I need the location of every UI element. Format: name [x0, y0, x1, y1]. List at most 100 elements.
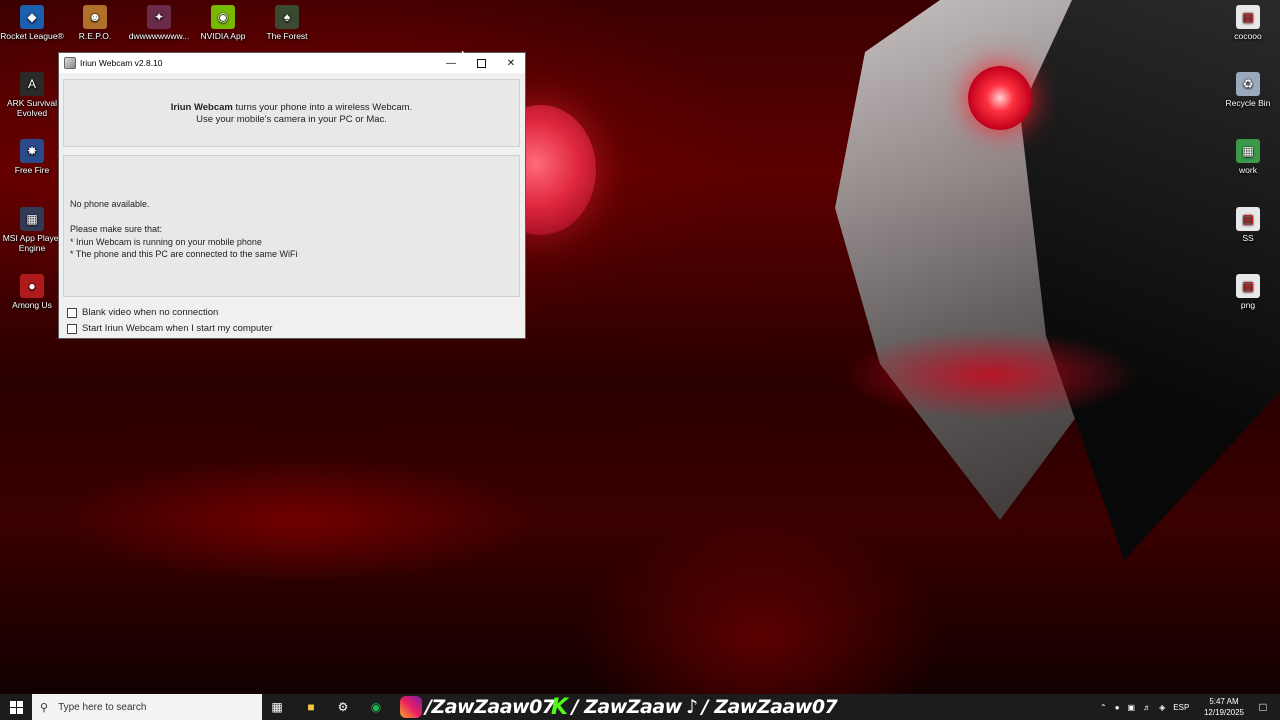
taskbar-spotify[interactable]: ◉	[365, 697, 387, 717]
tiktok-icon: ♪	[686, 696, 698, 718]
network-icon[interactable]: ▣	[1128, 703, 1136, 712]
iriun-app-icon	[64, 57, 76, 69]
checkbox-box[interactable]	[67, 323, 77, 334]
sharingan-eye	[968, 66, 1032, 130]
kick-handle: K / ZawZaaw	[551, 694, 682, 720]
spotify-icon: ◉	[370, 700, 382, 714]
taskbar-file-explorer[interactable]: ■	[300, 697, 322, 717]
instagram-icon	[400, 696, 422, 718]
close-icon: ✕	[506, 57, 516, 69]
microphone-icon[interactable]: ●	[1115, 703, 1120, 712]
desktop-icon-dwwww[interactable]: ✦ dwwwwwwww...	[127, 5, 191, 41]
desktop-icon-nvidia-app[interactable]: ◉ NVIDIA App	[191, 5, 255, 41]
desktop-icon-free-fire[interactable]: ✸ Free Fire	[0, 139, 64, 175]
checkbox-label: Blank video when no connection	[82, 307, 219, 318]
taskbar-search-box[interactable]: ⚲ Type here to search	[32, 694, 262, 720]
status-text: No phone available.	[70, 199, 150, 209]
msi-app-player-icon: ▦	[20, 207, 44, 231]
desktop-icon-ss[interactable]: ▤ SS	[1216, 207, 1280, 243]
instagram-handle: /ZawZaaw07	[400, 694, 555, 720]
input-language[interactable]: ESP	[1173, 703, 1189, 712]
checklist-item: * The phone and this PC are connected to…	[70, 249, 298, 259]
nvidia-icon: ◉	[211, 5, 235, 29]
desktop-icon-work[interactable]: ▦ work	[1216, 139, 1280, 175]
status-panel: No phone available. Please make sure tha…	[63, 155, 520, 297]
taskbar: ⚲ Type here to search ▦ ■ ⚙ ◉ /ZawZaaw07…	[0, 694, 1280, 720]
shortcut-icon: ✦	[147, 5, 171, 29]
desktop-icon-label: NVIDIA App	[200, 31, 246, 41]
file-icon: ▤	[1236, 5, 1260, 29]
tiktok-handle: ♪ / ZawZaaw07	[686, 694, 838, 720]
desktop-icon-cocooo[interactable]: ▤ cocooo	[1216, 5, 1280, 41]
desktop-icon-the-forest[interactable]: ♠ The Forest	[255, 5, 319, 41]
system-tray: ⌃ ● ▣ ♬ ◈ ESP	[1100, 694, 1189, 720]
window-titlebar[interactable]: Iriun Webcam v2.8.10 — ✕	[59, 53, 525, 73]
minimize-icon: —	[446, 57, 456, 69]
file-icon: ▤	[1236, 207, 1260, 231]
desktop-icon-label: Free Fire	[14, 165, 50, 175]
windows-icon	[9, 700, 23, 714]
desktop-icon-label: SS	[1242, 233, 1254, 243]
intro-text: turns your phone into a wireless Webcam.	[232, 102, 413, 113]
rocket-league-icon: ◆	[20, 5, 44, 29]
red-splash	[840, 330, 1140, 420]
desktop-icon-label: work	[1239, 165, 1257, 175]
intro-line-1: Iriun Webcam turns your phone into a wir…	[64, 102, 519, 114]
file-icon: ▤	[1236, 274, 1260, 298]
taskbar-clock[interactable]: 5:47 AM 12/19/2025	[1198, 696, 1250, 718]
among-us-icon: ●	[20, 274, 44, 298]
maximize-button[interactable]	[466, 53, 496, 73]
desktop-icon-label: dwwwwwwww...	[128, 31, 190, 41]
steam-icon: ⚙	[337, 700, 349, 714]
spreadsheet-file-icon: ▦	[1236, 139, 1260, 163]
desktop-icon-label: Among Us	[12, 300, 52, 310]
checkbox-box[interactable]	[67, 307, 77, 318]
desktop-icon-repo[interactable]: ☻ R.E.P.O.	[63, 5, 127, 41]
desktop-icon-recycle-bin[interactable]: ♻ Recycle Bin	[1216, 72, 1280, 108]
notification-center-button[interactable]: □	[1252, 697, 1274, 717]
task-view-button[interactable]: ▦	[266, 697, 288, 717]
app-name-bold: Iriun Webcam	[170, 102, 233, 113]
start-on-boot-checkbox[interactable]: Start Iriun Webcam when I start my compu…	[67, 323, 272, 334]
kick-icon: K	[551, 694, 568, 720]
recycle-bin-icon: ♻	[1236, 72, 1260, 96]
maximize-icon	[476, 58, 486, 68]
tiktok-handle-text: / ZawZaaw07	[701, 696, 838, 718]
ark-icon: A	[20, 72, 44, 96]
show-hidden-icons-chevron-icon[interactable]: ⌃	[1100, 703, 1107, 712]
repo-game-icon: ☻	[83, 5, 107, 29]
notification-icon: □	[1259, 700, 1267, 714]
search-icon: ⚲	[40, 701, 49, 714]
desktop-icon-label: MSI App Player Engine	[2, 233, 62, 253]
close-button[interactable]: ✕	[496, 53, 526, 73]
clock-time: 5:47 AM	[1209, 697, 1239, 706]
desktop-icon-label: ARK Survival Evolved	[6, 98, 58, 118]
checklist-title: Please make sure that:	[70, 224, 163, 234]
iriun-webcam-window: Iriun Webcam v2.8.10 — ✕ Iriun Webcam tu…	[58, 52, 526, 339]
volume-icon[interactable]: ♬	[1143, 703, 1151, 712]
desktop-icon-ark[interactable]: A ARK Survival Evolved	[0, 72, 64, 118]
checklist-item: * Iriun Webcam is running on your mobile…	[70, 237, 262, 247]
checkbox-label: Start Iriun Webcam when I start my compu…	[82, 323, 273, 334]
start-button[interactable]	[0, 694, 32, 720]
desktop-icon-label: The Forest	[266, 31, 308, 41]
desktop-icon-label: Rocket League®	[0, 31, 64, 41]
the-forest-icon: ♠	[275, 5, 299, 29]
instagram-handle-text: /ZawZaaw07	[425, 696, 555, 718]
desktop-icon-label: Recycle Bin	[1225, 98, 1271, 108]
desktop-icon-label: cocooo	[1234, 31, 1262, 41]
folder-icon: ■	[307, 700, 315, 714]
kick-handle-text: / ZawZaaw	[571, 696, 683, 718]
desktop-icon-msi-app-player[interactable]: ▦ MSI App Player Engine	[0, 207, 64, 253]
blank-video-checkbox[interactable]: Blank video when no connection	[67, 307, 218, 318]
desktop-icon-label: png	[1240, 300, 1256, 310]
desktop-icon-rocket-league[interactable]: ◆ Rocket League®	[0, 5, 64, 41]
desktop-icon-among-us[interactable]: ● Among Us	[0, 274, 64, 310]
clock-date: 12/19/2025	[1203, 708, 1245, 717]
window-title: Iriun Webcam v2.8.10	[80, 58, 163, 68]
desktop-icon-png[interactable]: ▤ png	[1216, 274, 1280, 310]
wifi-icon[interactable]: ◈	[1159, 703, 1165, 712]
intro-line-2: Use your mobile's camera in your PC or M…	[196, 114, 387, 125]
free-fire-icon: ✸	[20, 139, 44, 163]
taskbar-steam[interactable]: ⚙	[332, 697, 354, 717]
